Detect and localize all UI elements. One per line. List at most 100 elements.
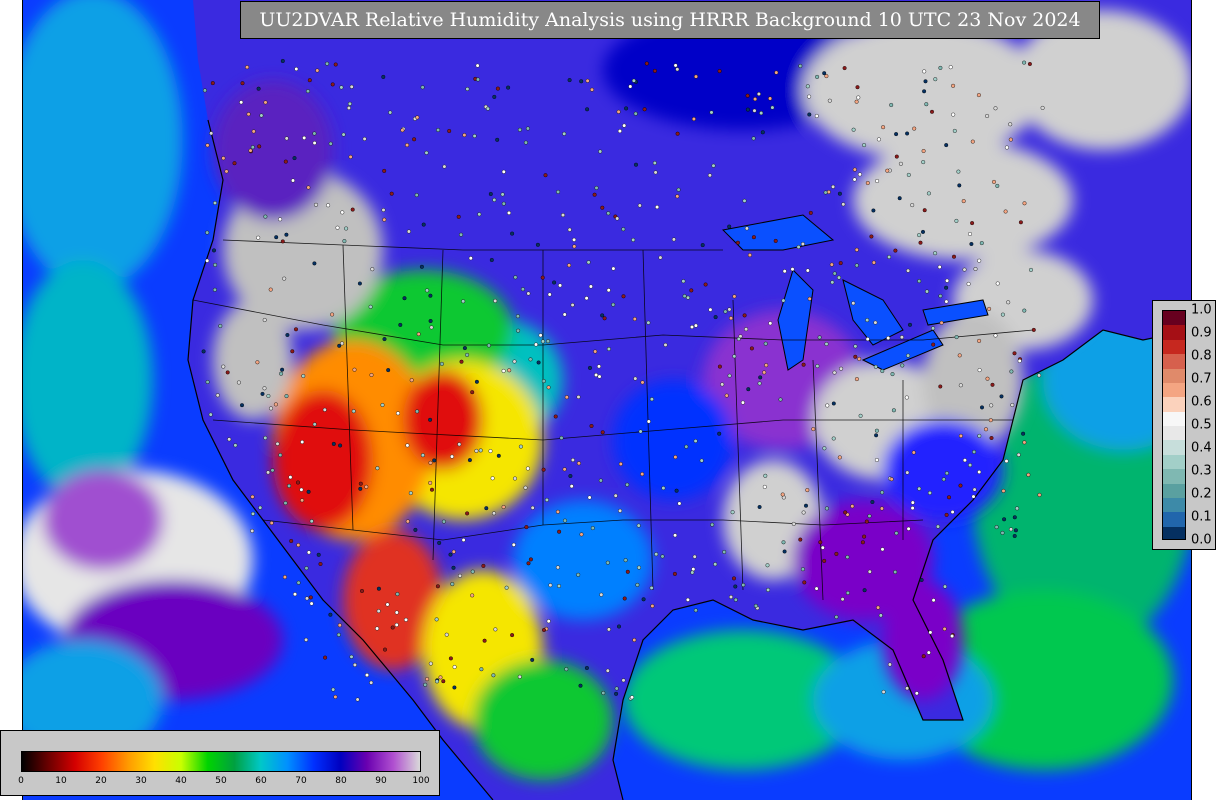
station-dot [977, 258, 982, 263]
station-dot [246, 112, 251, 117]
station-dot [900, 363, 905, 368]
station-dot [202, 88, 207, 93]
station-dot [240, 81, 245, 86]
station-dot [525, 126, 530, 131]
station-dot [693, 323, 698, 328]
station-dot [987, 306, 992, 311]
station-dot [546, 619, 551, 624]
station-dot [854, 263, 859, 268]
station-dot [857, 356, 862, 361]
station-dot [515, 314, 520, 319]
station-dot [275, 441, 280, 446]
station-dot [470, 390, 475, 395]
station-dot [893, 570, 898, 575]
station-dot [492, 94, 497, 99]
station-dot [205, 143, 210, 148]
station-dot [439, 361, 444, 366]
station-dot [825, 403, 830, 408]
station-dot [952, 128, 957, 133]
station-dot [939, 320, 944, 325]
station-dot [1010, 403, 1015, 408]
station-dot [492, 197, 497, 202]
station-dot [467, 458, 472, 463]
station-dot [287, 483, 292, 488]
station-dot [507, 368, 512, 373]
rh-tick-label: 10 [55, 776, 67, 786]
station-dot [762, 484, 767, 489]
station-dot [831, 401, 836, 406]
station-dot [331, 687, 336, 692]
station-dot [283, 501, 288, 506]
station-dot [613, 493, 618, 498]
station-dot [834, 551, 839, 556]
station-dot [360, 589, 365, 594]
station-dot [368, 304, 373, 309]
station-dot [558, 283, 563, 288]
station-dot [805, 84, 810, 89]
station-dot [644, 61, 649, 66]
station-dot [886, 336, 891, 341]
station-dot [365, 673, 370, 678]
station-dot [840, 597, 845, 602]
station-dot [723, 309, 728, 314]
station-dot [614, 686, 619, 691]
station-dot [576, 395, 581, 400]
station-dot [904, 395, 909, 400]
station-dot [294, 327, 299, 332]
station-dot [641, 597, 646, 602]
station-dot [826, 189, 831, 194]
increment-color-segment [1163, 469, 1185, 484]
station-dot [493, 298, 498, 303]
station-dot [593, 349, 598, 354]
station-dot [256, 86, 261, 91]
station-dot [921, 654, 926, 659]
station-dot [727, 224, 732, 229]
station-dot [309, 601, 314, 606]
station-dot [1009, 369, 1014, 374]
station-dot [425, 677, 430, 682]
station-dot [414, 193, 419, 198]
station-dot [357, 281, 362, 286]
station-dot [322, 407, 327, 412]
station-dot [713, 562, 718, 567]
station-dot [1040, 105, 1045, 110]
station-dot [472, 133, 477, 138]
station-dot [1017, 358, 1022, 363]
station-dot [459, 232, 464, 237]
station-dot [584, 666, 589, 671]
station-dot [376, 609, 381, 614]
station-dot [898, 161, 903, 166]
station-dot [890, 372, 895, 377]
station-dot [938, 65, 943, 70]
station-dot [425, 288, 430, 293]
station-dot [919, 578, 924, 583]
station-dot [212, 200, 217, 205]
station-dot [635, 582, 640, 587]
station-dot [894, 531, 899, 536]
station-dot [424, 150, 429, 155]
rh-tick-label: 90 [375, 776, 387, 786]
station-dot [385, 602, 390, 607]
station-dot [451, 565, 456, 570]
station-dot [211, 248, 216, 253]
station-dot [380, 403, 385, 408]
station-dot [420, 453, 425, 458]
station-dot [922, 89, 927, 94]
station-dot [948, 65, 953, 70]
station-dot [526, 561, 531, 566]
station-dot [501, 505, 506, 510]
station-dot [852, 177, 857, 182]
station-dot [972, 487, 977, 492]
station-dot [600, 313, 605, 318]
station-dot [306, 550, 311, 555]
station-dot [1004, 459, 1009, 464]
map-title: UU2DVAR Relative Humidity Analysis using… [240, 1, 1100, 39]
station-dot [921, 148, 926, 153]
station-dot [495, 86, 500, 91]
station-dot [432, 458, 437, 463]
station-dot [266, 470, 271, 475]
station-dot [302, 135, 307, 140]
station-dot [491, 673, 496, 678]
station-dot [642, 107, 647, 112]
station-dot [428, 293, 433, 298]
